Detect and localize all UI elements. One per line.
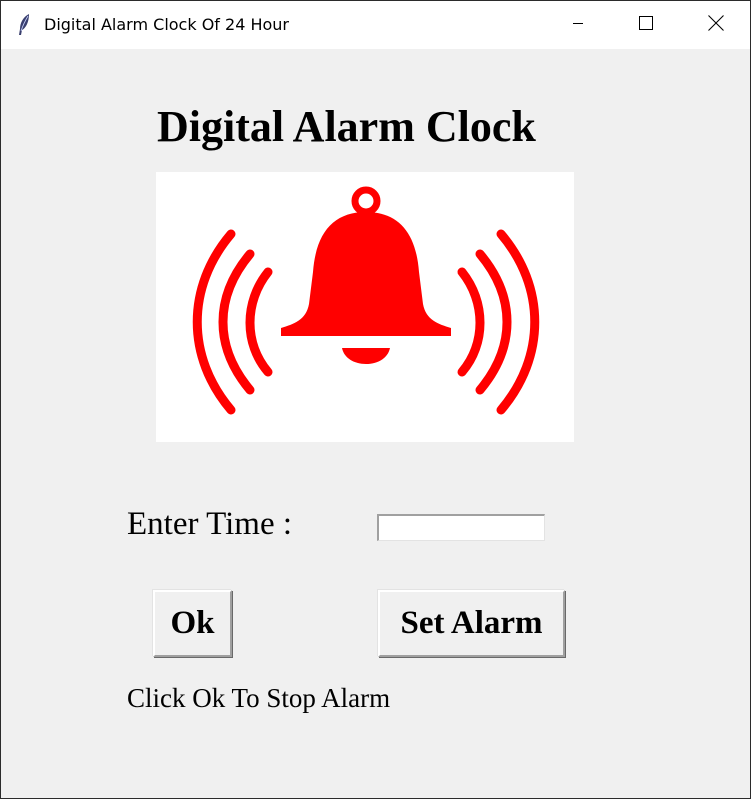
time-input[interactable] (377, 514, 545, 541)
ringing-bell-icon (192, 186, 540, 415)
app-heading: Digital Alarm Clock (157, 102, 536, 151)
maximize-button[interactable] (612, 1, 680, 49)
title-bar[interactable]: Digital Alarm Clock Of 24 Hour (1, 1, 750, 49)
minimize-icon (571, 16, 585, 35)
alarm-bell-image (156, 172, 574, 442)
minimize-button[interactable] (544, 1, 612, 49)
app-window: Digital Alarm Clock Of 24 Hour Digital A… (0, 0, 751, 799)
close-icon (707, 14, 725, 37)
window-title: Digital Alarm Clock Of 24 Hour (44, 15, 289, 34)
close-button[interactable] (682, 1, 750, 49)
set-alarm-button[interactable]: Set Alarm (378, 590, 565, 657)
stop-alarm-hint: Click Ok To Stop Alarm (127, 683, 391, 713)
enter-time-label: Enter Time : (127, 506, 293, 542)
ok-button[interactable]: Ok (153, 590, 232, 657)
maximize-icon (638, 15, 654, 36)
feather-icon (15, 13, 35, 37)
